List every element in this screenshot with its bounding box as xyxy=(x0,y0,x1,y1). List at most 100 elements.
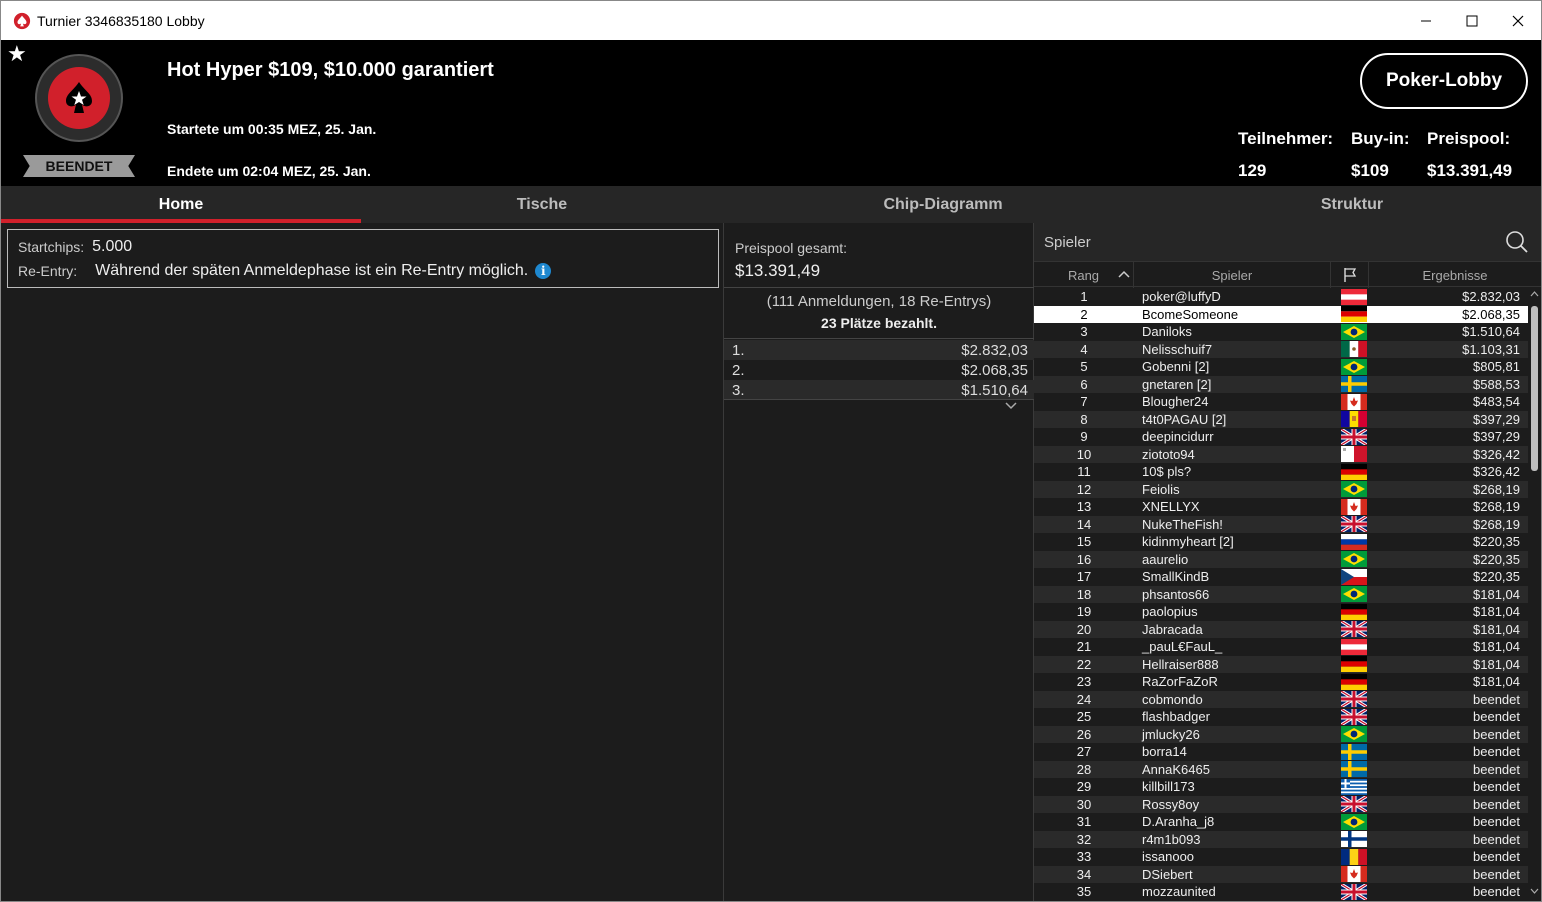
player-row[interactable]: 8 t4t0PAGAU [2] $397,29 xyxy=(1034,410,1528,428)
favorite-star-icon[interactable]: ★ xyxy=(7,43,27,65)
player-search-bar[interactable]: Spieler xyxy=(1034,223,1541,261)
player-row[interactable]: 35 mozzaunited beendet xyxy=(1034,883,1528,900)
player-row[interactable]: 31 D.Aranha_j8 beendet xyxy=(1034,813,1528,831)
chevron-down-icon[interactable] xyxy=(1005,399,1017,413)
rank-header-label: Rang xyxy=(1067,267,1100,283)
tab-home[interactable]: Home xyxy=(1,186,361,223)
home-info-panel: Startchips: 5.000 Re-Entry: Während der … xyxy=(1,223,723,901)
scrollbar-thumb[interactable] xyxy=(1531,306,1538,471)
search-icon[interactable] xyxy=(1505,230,1529,254)
player-result: beendet xyxy=(1473,866,1520,882)
player-rank: 1 xyxy=(1080,289,1088,305)
player-name: jmlucky26 xyxy=(1142,726,1200,742)
country-flag-icon xyxy=(1341,533,1367,550)
country-flag-icon xyxy=(1341,463,1367,480)
scroll-down-icon[interactable] xyxy=(1530,888,1539,894)
player-column-header[interactable]: Spieler xyxy=(1134,262,1331,288)
tab-structure[interactable]: Struktur xyxy=(1163,186,1541,223)
player-name: r4m1b093 xyxy=(1142,831,1201,847)
players-scrollbar[interactable] xyxy=(1528,288,1541,900)
player-country xyxy=(1338,516,1370,533)
player-row[interactable]: 7 Blougher24 $483,54 xyxy=(1034,393,1528,411)
player-row[interactable]: 15 kidinmyheart [2] $220,35 xyxy=(1034,533,1528,551)
player-row[interactable]: 12 Feiolis $268,19 xyxy=(1034,480,1528,498)
player-result: $326,42 xyxy=(1473,464,1520,480)
player-result: $220,35 xyxy=(1473,551,1520,567)
player-rank: 13 xyxy=(1076,499,1092,515)
player-result: $2.832,03 xyxy=(1462,289,1520,305)
player-row[interactable]: 19 paolopius $181,04 xyxy=(1034,603,1528,621)
player-row[interactable]: 20 Jabracada $181,04 xyxy=(1034,620,1528,638)
country-flag-icon xyxy=(1341,306,1367,323)
player-row[interactable]: 1 poker@luffyD $2.832,03 xyxy=(1034,288,1528,306)
player-name: Rossy8oy xyxy=(1142,796,1200,812)
player-row[interactable]: 6 gnetaren [2] $588,53 xyxy=(1034,375,1528,393)
player-rank: 5 xyxy=(1080,359,1088,375)
player-row[interactable]: 2 BcomeSomeone $2.068,35 xyxy=(1034,305,1528,323)
tournament-title: Hot Hyper $109, $10.000 garantiert xyxy=(167,59,494,81)
player-row[interactable]: 18 phsantos66 $181,04 xyxy=(1034,585,1528,603)
player-result: $2.068,35 xyxy=(1462,306,1520,322)
poker-lobby-button[interactable]: Poker-Lobby xyxy=(1360,53,1528,109)
player-country xyxy=(1338,498,1370,515)
reentry-label: Re-Entry: xyxy=(18,263,78,279)
player-row[interactable]: 21 _pauL€FauL_ $181,04 xyxy=(1034,638,1528,656)
window-title: Turnier 3346835180 Lobby xyxy=(37,12,205,29)
player-row[interactable]: 10 ziototo94 $326,42 xyxy=(1034,445,1528,463)
player-name: flashbadger xyxy=(1142,709,1210,725)
country-flag-icon xyxy=(1341,481,1367,498)
minimize-icon xyxy=(1421,20,1431,21)
scroll-up-icon[interactable] xyxy=(1530,291,1539,297)
player-row[interactable]: 34 DSiebert beendet xyxy=(1034,865,1528,883)
minimize-button[interactable] xyxy=(1403,1,1449,40)
player-row[interactable]: 11 10$ pls? $326,42 xyxy=(1034,463,1528,481)
player-row[interactable]: 29 killbill173 beendet xyxy=(1034,778,1528,796)
country-flag-icon xyxy=(1341,621,1367,638)
player-row[interactable]: 24 cobmondo beendet xyxy=(1034,690,1528,708)
player-rank: 35 xyxy=(1076,884,1092,900)
country-flag-icon xyxy=(1341,726,1367,743)
players-panel: Spieler Rang Spieler Ergebnisse 1 poker@… xyxy=(1034,223,1541,901)
player-row[interactable]: 9 deepincidurr $397,29 xyxy=(1034,428,1528,446)
status-badge: BEENDET xyxy=(23,155,135,177)
result-header-label: Ergebnisse xyxy=(1422,267,1488,283)
player-rank: 17 xyxy=(1076,569,1092,585)
player-row[interactable]: 33 issanooo beendet xyxy=(1034,848,1528,866)
player-row[interactable]: 22 Hellraiser888 $181,04 xyxy=(1034,655,1528,673)
tab-tables[interactable]: Tische xyxy=(361,186,723,223)
player-row[interactable]: 5 Gobenni [2] $805,81 xyxy=(1034,358,1528,376)
player-row[interactable]: 14 NukeTheFish! $268,19 xyxy=(1034,515,1528,533)
player-result: $181,04 xyxy=(1473,639,1520,655)
result-column-header[interactable]: Ergebnisse xyxy=(1369,262,1541,288)
player-row[interactable]: 28 AnnaK6465 beendet xyxy=(1034,760,1528,778)
player-row[interactable]: 32 r4m1b093 beendet xyxy=(1034,830,1528,848)
tab-chip-chart[interactable]: Chip-Diagramm xyxy=(723,186,1163,223)
close-button[interactable] xyxy=(1495,1,1541,40)
country-column-header[interactable] xyxy=(1331,262,1369,288)
player-country xyxy=(1338,813,1370,830)
prizepool-value: $13.391,49 xyxy=(1427,161,1513,180)
country-flag-icon xyxy=(1341,516,1367,533)
player-country xyxy=(1338,341,1370,358)
player-row[interactable]: 23 RaZorFaZoR $181,04 xyxy=(1034,673,1528,691)
player-result: $326,42 xyxy=(1473,446,1520,462)
player-row[interactable]: 25 flashbadger beendet xyxy=(1034,708,1528,726)
player-row[interactable]: 27 borra14 beendet xyxy=(1034,743,1528,761)
player-row[interactable]: 13 XNELLYX $268,19 xyxy=(1034,498,1528,516)
info-icon[interactable]: i xyxy=(535,263,552,279)
maximize-button[interactable] xyxy=(1449,1,1495,40)
player-row[interactable]: 17 SmallKindB $220,35 xyxy=(1034,568,1528,586)
rank-column-header[interactable]: Rang xyxy=(1034,262,1134,288)
player-row[interactable]: 3 Daniloks $1.510,64 xyxy=(1034,323,1528,341)
player-row[interactable]: 4 Nelisschuif7 $1.103,31 xyxy=(1034,340,1528,358)
country-flag-icon xyxy=(1341,446,1367,463)
player-name: XNELLYX xyxy=(1142,499,1200,515)
player-row[interactable]: 30 Rossy8oy beendet xyxy=(1034,795,1528,813)
player-rank: 30 xyxy=(1076,796,1092,812)
player-rank: 8 xyxy=(1080,411,1088,427)
player-row[interactable]: 26 jmlucky26 beendet xyxy=(1034,725,1528,743)
player-country xyxy=(1338,551,1370,568)
player-row[interactable]: 16 aaurelio $220,35 xyxy=(1034,550,1528,568)
player-country xyxy=(1338,673,1370,690)
country-flag-icon xyxy=(1341,796,1367,813)
